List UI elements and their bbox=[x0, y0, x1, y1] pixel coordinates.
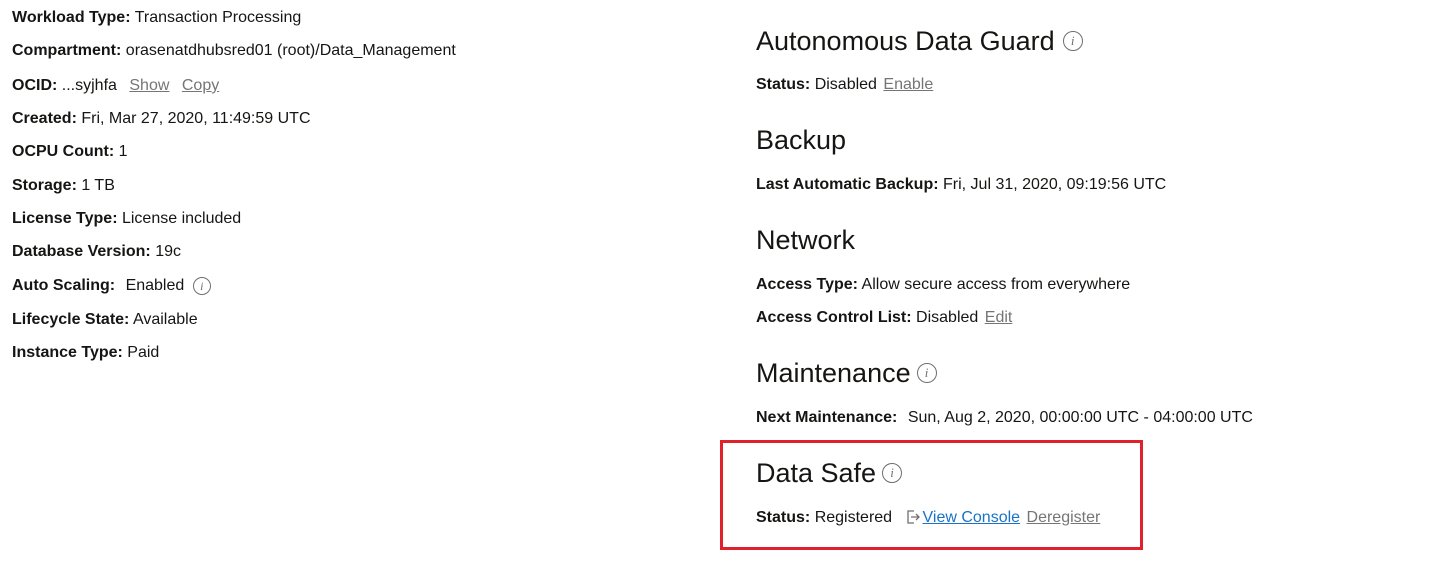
ocid-show-link[interactable]: Show bbox=[129, 77, 169, 94]
field-label: License Type: bbox=[12, 210, 118, 227]
field-label: Last Automatic Backup: bbox=[756, 176, 939, 193]
data-guard-heading: Autonomous Data Guard i bbox=[756, 25, 1083, 57]
ocpu-count-row: OCPU Count: 1 bbox=[12, 142, 128, 162]
created-row: Created: Fri, Mar 27, 2020, 11:49:59 UTC bbox=[12, 109, 311, 129]
highlight-box bbox=[720, 440, 1143, 550]
data-guard-status-row: Status: Disabled Enable bbox=[756, 75, 933, 95]
field-label: Status: bbox=[756, 76, 811, 93]
field-value: Fri, Jul 31, 2020, 09:19:56 UTC bbox=[943, 176, 1167, 193]
maintenance-heading: Maintenance i bbox=[756, 357, 937, 389]
field-label: Database Version: bbox=[12, 243, 151, 260]
field-label: Created: bbox=[12, 110, 77, 127]
field-value: Transaction Processing bbox=[134, 9, 302, 26]
field-label: Workload Type: bbox=[12, 9, 131, 26]
ocid-copy-link[interactable]: Copy bbox=[182, 77, 219, 94]
field-value: 1 bbox=[118, 143, 128, 160]
field-label: Auto Scaling: bbox=[12, 277, 116, 294]
next-maintenance-row: Next Maintenance: Sun, Aug 2, 2020, 00:0… bbox=[756, 408, 1253, 428]
info-icon[interactable]: i bbox=[192, 276, 211, 295]
section-title: Maintenance bbox=[756, 358, 911, 388]
field-label: OCID: bbox=[12, 77, 58, 94]
database-version-row: Database Version: 19c bbox=[12, 242, 181, 262]
field-label: Access Type: bbox=[756, 276, 858, 293]
license-type-row: License Type: License included bbox=[12, 209, 241, 229]
field-value: ...syjhfa bbox=[61, 77, 117, 94]
edit-acl-link[interactable]: Edit bbox=[985, 309, 1013, 326]
field-label: Compartment: bbox=[12, 42, 122, 59]
backup-heading: Backup bbox=[756, 124, 846, 156]
network-heading: Network bbox=[756, 224, 855, 256]
field-label: Lifecycle State: bbox=[12, 311, 130, 328]
field-value: Sun, Aug 2, 2020, 00:00:00 UTC - 04:00:0… bbox=[907, 409, 1253, 426]
workload-type-row: Workload Type: Transaction Processing bbox=[12, 8, 301, 28]
storage-row: Storage: 1 TB bbox=[12, 176, 115, 196]
field-value: Paid bbox=[127, 344, 160, 361]
field-label: Storage: bbox=[12, 177, 77, 194]
field-value: orasenatdhubsred01 (root)/Data_Managemen… bbox=[125, 42, 456, 59]
field-value: Fri, Mar 27, 2020, 11:49:59 UTC bbox=[81, 110, 311, 127]
section-title: Backup bbox=[756, 125, 847, 155]
field-value: License included bbox=[121, 210, 242, 227]
field-value: 1 TB bbox=[81, 177, 115, 194]
field-value: Disabled bbox=[814, 76, 877, 93]
field-label: Access Control List: bbox=[756, 309, 912, 326]
field-label: Next Maintenance: bbox=[756, 409, 898, 426]
enable-data-guard-link[interactable]: Enable bbox=[883, 76, 933, 93]
ocid-row: OCID: ...syjhfa Show Copy bbox=[12, 76, 219, 96]
field-label: Instance Type: bbox=[12, 344, 123, 361]
auto-scaling-row: Auto Scaling: Enabled i bbox=[12, 276, 211, 296]
instance-type-row: Instance Type: Paid bbox=[12, 343, 159, 363]
info-icon[interactable]: i bbox=[1062, 30, 1083, 51]
field-label: OCPU Count: bbox=[12, 143, 115, 160]
access-control-list-row: Access Control List: Disabled Edit bbox=[756, 308, 1012, 328]
info-icon[interactable]: i bbox=[916, 362, 937, 383]
lifecycle-state-row: Lifecycle State: Available bbox=[12, 310, 198, 330]
field-value: Allow secure access from everywhere bbox=[861, 276, 1131, 293]
last-backup-row: Last Automatic Backup: Fri, Jul 31, 2020… bbox=[756, 175, 1166, 195]
section-title: Autonomous Data Guard bbox=[756, 26, 1055, 56]
field-value: 19c bbox=[155, 243, 181, 260]
field-value: Disabled bbox=[916, 309, 979, 326]
access-type-row: Access Type: Allow secure access from ev… bbox=[756, 275, 1130, 295]
field-value: Enabled bbox=[125, 277, 185, 294]
section-title: Network bbox=[756, 225, 856, 255]
compartment-row: Compartment: orasenatdhubsred01 (root)/D… bbox=[12, 41, 456, 61]
field-value: Available bbox=[132, 311, 198, 328]
